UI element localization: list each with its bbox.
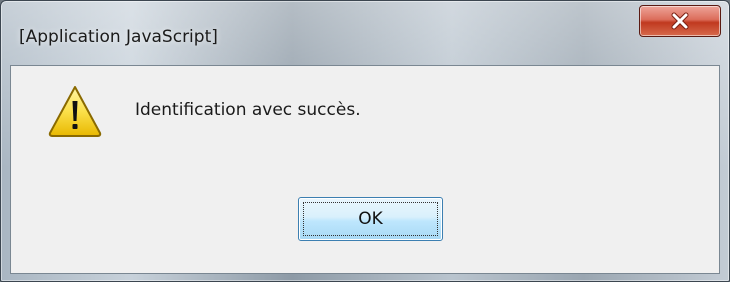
close-button[interactable] — [639, 5, 721, 37]
close-x-icon — [671, 12, 689, 30]
title-bar[interactable]: [Application JavaScript] — [1, 1, 729, 61]
ok-button-label: OK — [358, 209, 383, 229]
dialog-message: Identification avec succès. — [135, 100, 361, 120]
window-title: [Application JavaScript] — [19, 27, 218, 47]
alert-dialog-window: [Application JavaScript] Identification … — [0, 0, 730, 282]
dialog-body — [10, 65, 720, 274]
ok-button[interactable]: OK — [298, 197, 443, 241]
warning-icon — [48, 86, 102, 137]
